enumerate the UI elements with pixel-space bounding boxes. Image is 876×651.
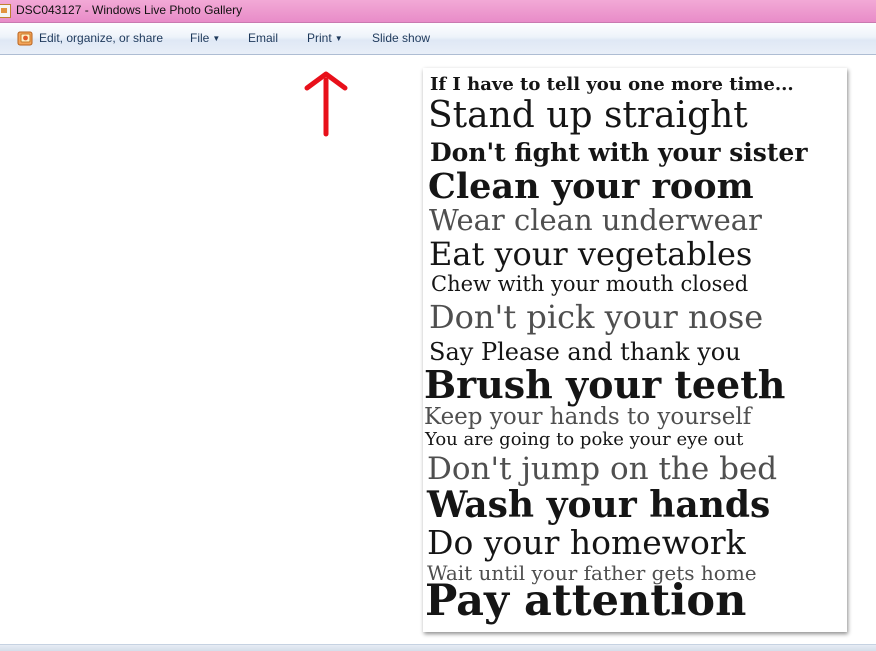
photo-image: If I have to tell you one more time... S… <box>423 68 847 632</box>
slide-show-button[interactable]: Slide show <box>372 23 430 54</box>
chevron-down-icon: ▼ <box>334 34 343 43</box>
window-title: DSC043127 - Windows Live Photo Gallery <box>16 3 243 17</box>
photo-gallery-icon <box>17 31 33 46</box>
photo-line: Brush your teeth <box>424 362 786 407</box>
red-arrow-annotation-icon <box>304 71 348 137</box>
photo-line: Wash your hands <box>427 484 771 526</box>
toolbar: Edit, organize, or share File ▼ Email Pri… <box>0 23 876 55</box>
photo-line: Pay attention <box>425 576 747 626</box>
photo-line: You are going to poke your eye out <box>425 429 744 450</box>
photo-line: Don't pick your nose <box>429 298 764 336</box>
photo-line: Say Please and thank you <box>429 338 741 366</box>
photo-line: Stand up straight <box>428 95 748 136</box>
file-menu-label: File <box>190 31 210 45</box>
photo-line: Don't fight with your sister <box>430 138 808 167</box>
print-menu-button[interactable]: Print ▼ <box>307 23 343 54</box>
photo-line: Chew with your mouth closed <box>431 272 749 296</box>
photo-line: Don't jump on the bed <box>427 451 778 487</box>
photo-line: Do your homework <box>427 523 746 562</box>
photo-line: Wear clean underwear <box>429 203 762 237</box>
photo-line: If I have to tell you one more time... <box>430 74 794 95</box>
photo-line: Clean your room <box>428 166 754 207</box>
file-menu-button[interactable]: File ▼ <box>190 23 220 54</box>
print-menu-label: Print <box>307 31 332 45</box>
title-bar: DSC043127 - Windows Live Photo Gallery <box>0 0 876 23</box>
edit-organize-share-button[interactable]: Edit, organize, or share <box>39 23 163 54</box>
email-button[interactable]: Email <box>248 23 278 54</box>
chevron-down-icon: ▼ <box>212 34 221 43</box>
app-icon <box>0 4 11 18</box>
photo-line: Eat your vegetables <box>429 235 753 273</box>
photo-line: Keep your hands to yourself <box>424 404 752 430</box>
